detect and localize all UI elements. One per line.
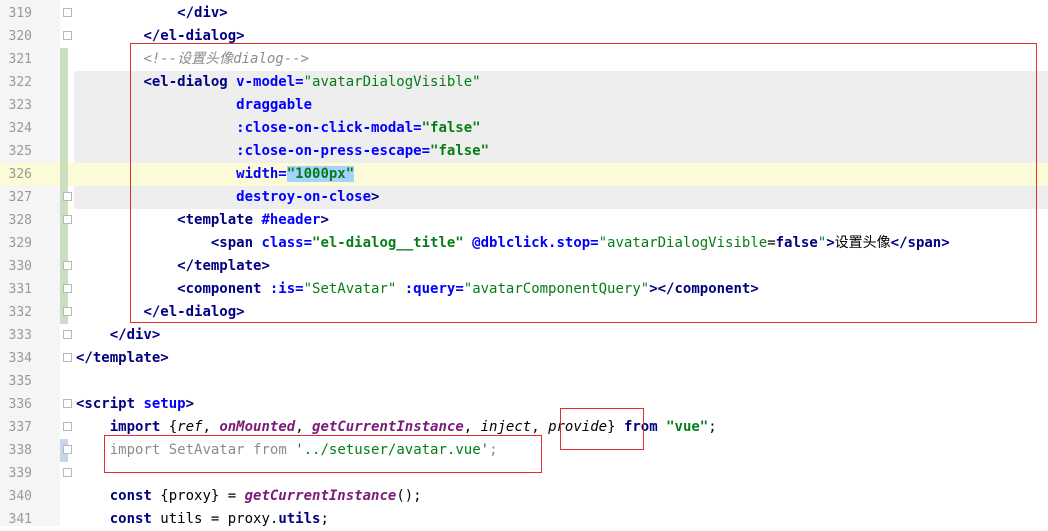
- line-number: 335: [8, 374, 32, 389]
- code-token: ();: [396, 488, 422, 504]
- code-line[interactable]: 333 </div>: [0, 324, 1048, 347]
- fold-toggle-icon[interactable]: [63, 307, 72, 316]
- line-number: 331: [8, 282, 32, 297]
- line-number: 323: [8, 98, 32, 113]
- line-number: 319: [8, 6, 32, 21]
- code-token: utils: [278, 511, 321, 527]
- line-number: 326: [8, 167, 32, 182]
- fold-toggle-icon[interactable]: [63, 215, 72, 224]
- code-token: >: [185, 396, 195, 412]
- line-number: 328: [8, 213, 32, 228]
- code-text: </div>: [76, 2, 228, 25]
- code-token: const: [109, 488, 161, 504]
- code-token: ref: [177, 419, 203, 435]
- fold-toggle-icon[interactable]: [63, 353, 72, 362]
- line-number: 338: [8, 443, 32, 458]
- line-number: 337: [8, 420, 32, 435]
- code-line[interactable]: 334 </template>: [0, 347, 1048, 370]
- code-token: inject: [480, 419, 532, 435]
- line-number: 327: [8, 190, 32, 205]
- line-number: 333: [8, 328, 32, 343]
- code-token: </div>: [177, 5, 228, 21]
- fold-toggle-icon[interactable]: [63, 445, 72, 454]
- code-token: ,: [463, 419, 481, 435]
- code-token: </el-dialog>: [143, 28, 245, 44]
- vcs-added-marker: [60, 71, 68, 94]
- fold-toggle-icon[interactable]: [63, 422, 72, 431]
- fold-toggle-icon[interactable]: [63, 399, 72, 408]
- line-number: 322: [8, 75, 32, 90]
- fold-toggle-icon[interactable]: [63, 284, 72, 293]
- code-token: utils = proxy.: [160, 511, 279, 527]
- vcs-added-marker: [60, 232, 68, 255]
- fold-toggle-icon[interactable]: [63, 330, 72, 339]
- highlight-box-dialog: [130, 43, 1037, 323]
- code-line[interactable]: 336 <script setup>: [0, 393, 1048, 416]
- code-token: ,: [295, 419, 313, 435]
- line-number: 336: [8, 397, 32, 412]
- code-line[interactable]: 341 const utils = proxy.utils;: [0, 508, 1048, 531]
- code-token: const: [109, 511, 161, 527]
- line-number: 320: [8, 29, 32, 44]
- code-token: ;: [320, 511, 329, 527]
- code-token: "vue": [666, 419, 709, 435]
- code-token: {proxy} =: [160, 488, 245, 504]
- code-text: <script setup>: [76, 393, 194, 416]
- vcs-added-marker: [60, 140, 68, 163]
- code-line[interactable]: 340 const {proxy} = getCurrentInstance()…: [0, 485, 1048, 508]
- fold-toggle-icon[interactable]: [63, 8, 72, 17]
- highlight-box-provide: [560, 408, 644, 450]
- fold-toggle-icon[interactable]: [63, 192, 72, 201]
- code-token: onMounted: [219, 419, 296, 435]
- code-token: ;: [708, 419, 717, 435]
- vcs-added-marker: [60, 163, 68, 186]
- code-line[interactable]: 319 </div>: [0, 2, 1048, 25]
- code-token: ,: [531, 419, 549, 435]
- code-editor[interactable]: 319 </div> 320 </el-dialog> 321 <!--设置头像di…: [0, 0, 1048, 527]
- highlight-box-import: [104, 435, 542, 473]
- vcs-added-marker: [60, 117, 68, 140]
- code-text: </template>: [76, 347, 169, 370]
- code-token: getCurrentInstance: [312, 419, 464, 435]
- code-text: const utils = proxy.utils;: [76, 508, 329, 531]
- code-text: const {proxy} = getCurrentInstance();: [76, 485, 422, 508]
- line-number: 324: [8, 121, 32, 136]
- code-token: import: [109, 419, 169, 435]
- line-number: 329: [8, 236, 32, 251]
- line-number: 332: [8, 305, 32, 320]
- code-token: ,: [202, 419, 220, 435]
- vcs-added-marker: [60, 48, 68, 71]
- fold-toggle-icon[interactable]: [63, 468, 72, 477]
- line-number: 325: [8, 144, 32, 159]
- line-number: 341: [8, 512, 32, 527]
- vcs-added-marker: [60, 94, 68, 117]
- code-token: </div>: [109, 327, 161, 343]
- line-number: 330: [8, 259, 32, 274]
- line-number: 340: [8, 489, 32, 504]
- code-token: getCurrentInstance: [244, 488, 397, 504]
- line-number: 334: [8, 351, 32, 366]
- code-token: {: [168, 419, 178, 435]
- code-line[interactable]: 335: [0, 370, 1048, 393]
- code-token: </template>: [76, 350, 169, 366]
- code-token: setup: [143, 396, 186, 412]
- code-token: <script: [76, 396, 144, 412]
- line-number: 321: [8, 52, 32, 67]
- fold-toggle-icon[interactable]: [63, 261, 72, 270]
- line-number: 339: [8, 466, 32, 481]
- code-text: </div>: [76, 324, 161, 347]
- fold-toggle-icon[interactable]: [63, 31, 72, 40]
